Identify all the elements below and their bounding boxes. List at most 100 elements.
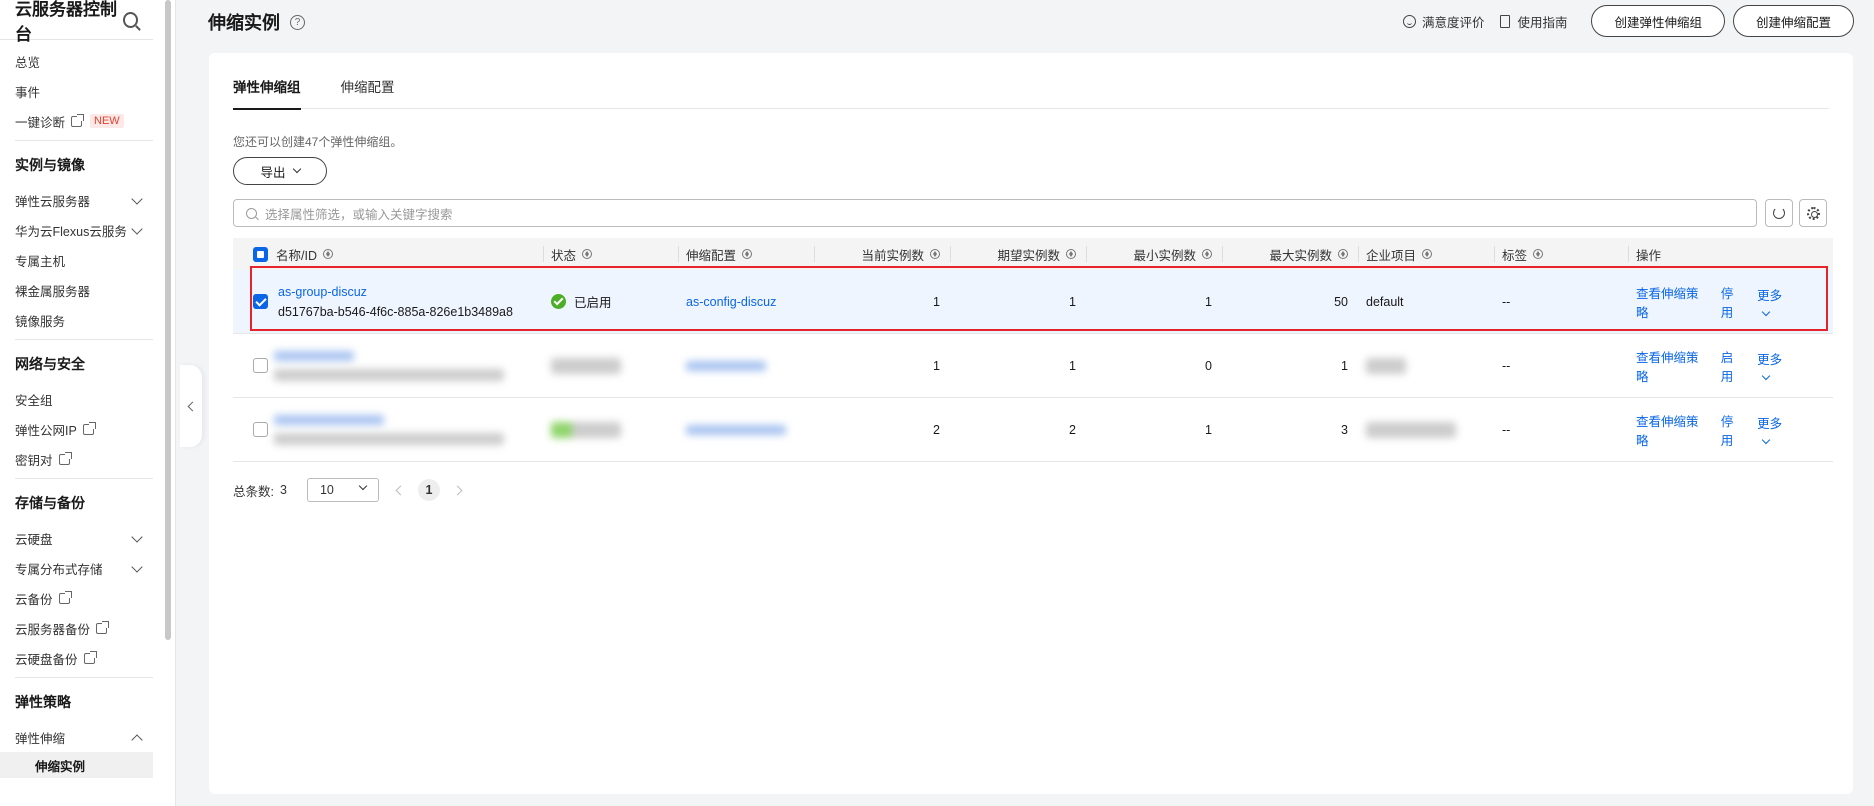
- tab-scaling-groups[interactable]: 弹性伸缩组: [233, 77, 301, 110]
- header-desired[interactable]: 期望实例数: [950, 238, 1086, 270]
- sidebar-item-eip[interactable]: 弹性公网IP: [0, 414, 153, 444]
- header-label: 名称/ID: [276, 248, 317, 263]
- search-input[interactable]: 选择属性筛选，或输入关键字搜索: [233, 199, 1757, 227]
- sidebar-item-diagnosis[interactable]: 一键诊断 NEW: [0, 106, 153, 136]
- sort-icon[interactable]: [1533, 249, 1544, 259]
- min-count: 1: [1205, 294, 1212, 309]
- tab-bar: 弹性伸缩组 伸缩配置: [233, 77, 1829, 110]
- sidebar-item-dedicated-host[interactable]: 专属主机: [0, 245, 153, 275]
- tab-scaling-configs[interactable]: 伸缩配置: [341, 77, 395, 109]
- row-checkbox[interactable]: [253, 294, 268, 309]
- header-tags[interactable]: 标签: [1494, 238, 1628, 270]
- divider: [15, 140, 153, 141]
- view-policy-link[interactable]: 查看伸缩策略: [1636, 283, 1709, 321]
- header-project[interactable]: 企业项目: [1358, 238, 1494, 270]
- sidebar-scrollbar[interactable]: [165, 0, 171, 640]
- more-link[interactable]: 更多: [1757, 349, 1793, 382]
- redacted-block: [1366, 421, 1456, 438]
- sort-icon[interactable]: [1422, 249, 1433, 259]
- select-all-checkbox[interactable]: [253, 246, 268, 262]
- help-icon[interactable]: ?: [290, 14, 305, 30]
- sort-icon[interactable]: [322, 249, 333, 259]
- page-number[interactable]: 1: [417, 479, 440, 501]
- sidebar-item-evs[interactable]: 云硬盘: [0, 523, 153, 553]
- sidebar-item-bms[interactable]: 裸金属服务器: [0, 275, 153, 305]
- create-config-button[interactable]: 创建伸缩配置: [1732, 5, 1854, 37]
- group-name-link[interactable]: as-group-discuz: [278, 282, 513, 302]
- sidebar-item-cbr[interactable]: 云备份: [0, 583, 153, 613]
- sidebar-item-overview[interactable]: 总览: [0, 46, 153, 76]
- guide-label: 使用指南: [1517, 15, 1568, 30]
- status-cell: [543, 334, 678, 398]
- section-title: 弹性策略: [15, 694, 71, 710]
- sort-icon[interactable]: [1202, 249, 1212, 259]
- view-policy-link[interactable]: 查看伸缩策略: [1636, 411, 1709, 449]
- search-placeholder: 选择属性筛选，或输入关键字搜索: [265, 207, 453, 222]
- sidebar-collapse-button[interactable]: [180, 365, 202, 447]
- sidebar-item-ecs[interactable]: 弹性云服务器: [0, 185, 153, 215]
- header-max[interactable]: 最大实例数: [1222, 238, 1358, 270]
- sidebar-item-label: 伸缩实例: [35, 759, 86, 774]
- enable-link[interactable]: 启用: [1721, 347, 1745, 385]
- create-group-button[interactable]: 创建弹性伸缩组: [1591, 5, 1725, 37]
- disable-link[interactable]: 停用: [1721, 283, 1745, 321]
- more-link[interactable]: 更多: [1757, 285, 1793, 318]
- sidebar-item-disk-backup[interactable]: 云硬盘备份: [0, 643, 153, 673]
- sort-icon[interactable]: [1066, 249, 1076, 259]
- config-link[interactable]: as-config-discuz: [678, 270, 814, 334]
- sidebar-item-flexus[interactable]: 华为云Flexus云服务: [0, 215, 153, 245]
- header-label: 标签: [1502, 248, 1528, 263]
- redacted-block: [274, 432, 504, 445]
- prev-page-icon[interactable]: [395, 485, 406, 495]
- sidebar-item-keypair[interactable]: 密钥对: [0, 444, 153, 474]
- sidebar-item-label: 专属主机: [15, 254, 66, 269]
- search-icon: [246, 207, 257, 219]
- feedback-link[interactable]: 满意度评价: [1402, 12, 1484, 31]
- more-link[interactable]: 更多: [1757, 413, 1793, 446]
- header-status[interactable]: 状态: [543, 238, 678, 270]
- status-text: 已启用: [574, 296, 612, 310]
- sort-icon[interactable]: [1338, 249, 1348, 259]
- table-row[interactable]: 1 1 0 1 -- 查看伸缩策略 启用 更多: [233, 334, 1833, 398]
- table-row[interactable]: as-group-discuz d51767ba-b546-4f6c-885a-…: [233, 270, 1833, 334]
- refresh-button[interactable]: [1765, 199, 1793, 227]
- disable-link[interactable]: 停用: [1721, 411, 1745, 449]
- sidebar-item-label: 事件: [15, 85, 41, 100]
- sidebar-item-dss[interactable]: 专属分布式存储: [0, 553, 153, 583]
- sidebar-item-events[interactable]: 事件: [0, 76, 153, 106]
- row-checkbox[interactable]: [253, 422, 268, 437]
- section-title: 网络与安全: [15, 356, 85, 372]
- header-current[interactable]: 当前实例数: [814, 238, 950, 270]
- sidebar-item-security-group[interactable]: 安全组: [0, 384, 153, 414]
- settings-button[interactable]: [1799, 199, 1827, 227]
- page-size-select[interactable]: 10: [306, 478, 379, 502]
- sidebar-item-label: 总览: [15, 55, 41, 70]
- sort-icon[interactable]: [930, 249, 940, 259]
- sidebar-item-server-backup[interactable]: 云服务器备份: [0, 613, 153, 643]
- chevron-left-icon: [187, 401, 198, 411]
- header-name[interactable]: 名称/ID: [233, 238, 543, 270]
- redacted-name: [274, 350, 504, 381]
- sidebar-item-label: 一键诊断: [15, 115, 66, 130]
- table-row[interactable]: 2 2 1 3 -- 查看伸缩策略 停用 更多: [233, 398, 1833, 462]
- search-icon[interactable]: [123, 11, 138, 28]
- sidebar-item-scaling-instances[interactable]: 伸缩实例: [0, 752, 153, 778]
- header-config[interactable]: 伸缩配置: [678, 238, 814, 270]
- sort-icon[interactable]: [582, 249, 593, 259]
- console-title: 云服务器控制台: [15, 0, 117, 44]
- sidebar-item-auto-scaling[interactable]: 弹性伸缩: [0, 722, 153, 752]
- sidebar-item-ims[interactable]: 镜像服务: [0, 305, 153, 335]
- header-label: 最小实例数: [1133, 248, 1196, 263]
- header-min[interactable]: 最小实例数: [1086, 238, 1222, 270]
- sort-icon[interactable]: [742, 249, 753, 259]
- external-link-icon: [82, 421, 96, 435]
- view-policy-link[interactable]: 查看伸缩策略: [1636, 347, 1709, 385]
- row-checkbox[interactable]: [253, 358, 268, 373]
- guide-link[interactable]: 使用指南: [1500, 12, 1567, 31]
- next-page-icon[interactable]: [452, 485, 463, 495]
- status-cell: [543, 398, 678, 462]
- current-count: 2: [933, 422, 940, 437]
- page-size-value: 10: [319, 483, 334, 497]
- export-button[interactable]: 导出: [233, 157, 327, 185]
- current-count: 1: [933, 294, 940, 309]
